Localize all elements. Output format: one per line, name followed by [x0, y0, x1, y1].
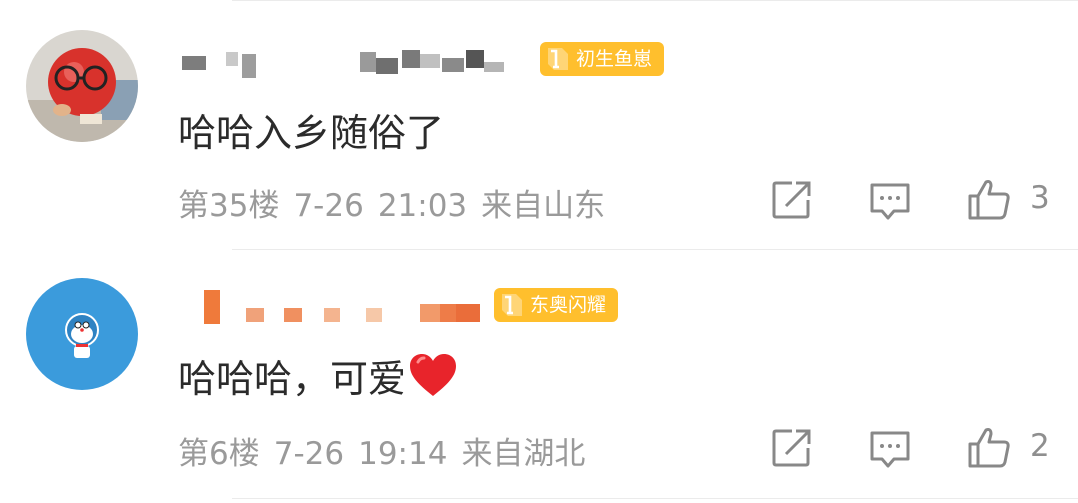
comment-time: 21:03: [377, 188, 468, 224]
comment-time: 19:14: [358, 436, 448, 472]
bottom-divider: [232, 498, 1078, 499]
like-button[interactable]: [966, 176, 1010, 220]
avatar[interactable]: [26, 278, 138, 390]
badge-label: 初生鱼崽: [576, 48, 653, 70]
comment-location: 来自湖北: [461, 436, 586, 472]
comment-location: 来自山东: [481, 188, 606, 224]
comment-meta: 第35楼 7-26 21:03 来自山东: [178, 180, 619, 225]
share-button[interactable]: [770, 178, 814, 222]
like-button[interactable]: [966, 424, 1010, 468]
like-count: 2: [1030, 428, 1050, 464]
thumbs-up-icon: [968, 428, 1010, 468]
comment-text-body: 哈哈哈，可爱: [178, 357, 407, 401]
floor-number: 第6楼: [178, 436, 260, 472]
heart-emoji-icon: [410, 354, 457, 396]
comment-icon: [870, 183, 910, 220]
reply-button[interactable]: [868, 180, 912, 224]
comment-item[interactable]: 初生鱼崽 哈哈入乡随俗了 第35楼 7-26 21:03 来自山东 3: [0, 0, 1078, 250]
avatar-image: [26, 278, 138, 390]
avatar-image: [26, 30, 138, 142]
username-redacted[interactable]: [180, 288, 500, 328]
comment-text: 哈哈入乡随俗了: [178, 111, 445, 155]
share-icon: [772, 181, 811, 219]
fan-badge[interactable]: 东奥闪耀: [494, 288, 619, 322]
share-button[interactable]: [770, 426, 814, 470]
like-count: 3: [1030, 180, 1050, 216]
fan-badge[interactable]: 初生鱼崽: [540, 42, 665, 76]
username-redacted[interactable]: [180, 44, 520, 84]
comment-meta: 第6楼 7-26 19:14 来自湖北: [178, 428, 599, 473]
badge-label: 东奥闪耀: [530, 294, 607, 316]
comment-date: 7-26: [273, 436, 345, 472]
floor-number: 第35楼: [178, 188, 280, 224]
comment-text: 哈哈哈，可爱: [178, 348, 458, 403]
comment-divider: [232, 249, 1078, 250]
reply-button[interactable]: [868, 428, 912, 472]
badge-level-icon: [548, 48, 568, 70]
thumbs-up-icon: [968, 180, 1010, 220]
comment-icon: [870, 431, 910, 468]
comment-date: 7-26: [293, 188, 364, 224]
badge-level-icon: [502, 294, 522, 316]
share-icon: [772, 429, 811, 467]
avatar[interactable]: [26, 30, 138, 142]
comment-item[interactable]: 东奥闪耀 哈哈哈，可爱 第6楼 7-26 19:14 来自湖北 2: [0, 252, 1078, 502]
